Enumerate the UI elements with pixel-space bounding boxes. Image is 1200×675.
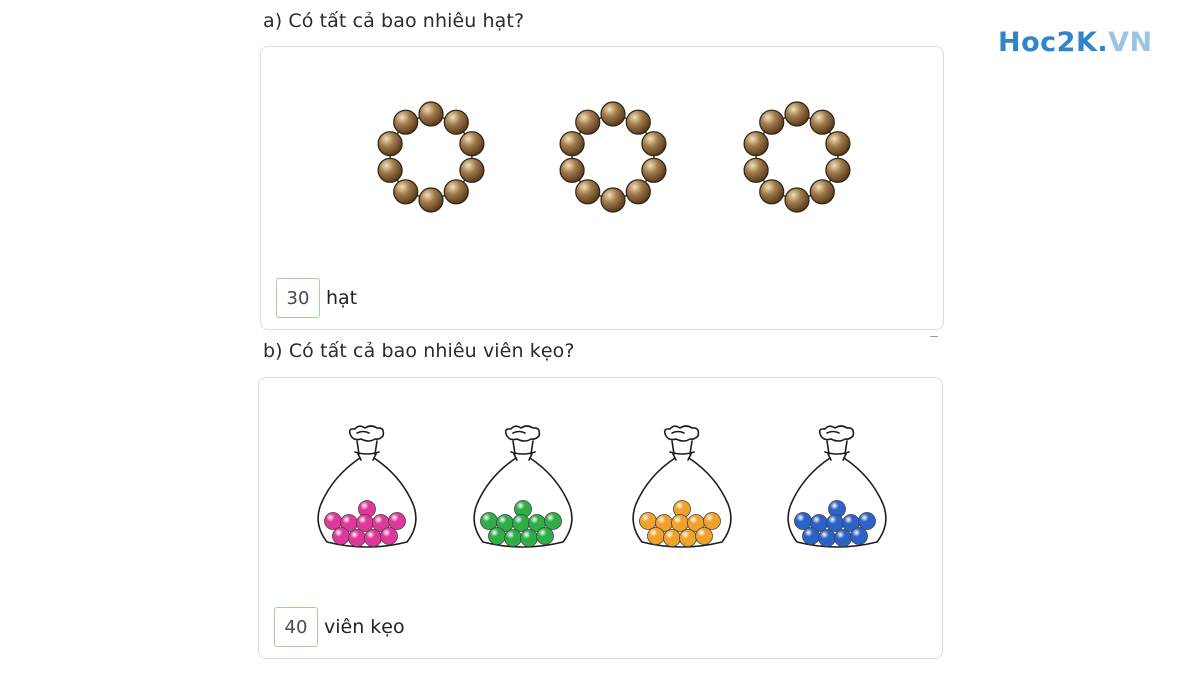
bead	[759, 179, 785, 205]
bead	[600, 187, 626, 213]
question-b: b) Có tất cả bao nhiêu viên kẹo?	[263, 340, 575, 362]
bead	[377, 131, 403, 157]
candy	[695, 527, 713, 545]
candy	[679, 529, 697, 547]
bead-ring-3	[743, 101, 851, 213]
bead	[743, 157, 769, 183]
bead	[809, 109, 835, 135]
bead-ring-1	[377, 101, 485, 213]
bead	[784, 187, 810, 213]
bead	[418, 101, 444, 127]
candy-bag-4	[787, 425, 887, 548]
candy	[324, 512, 342, 530]
candy	[536, 527, 554, 545]
candy	[488, 527, 506, 545]
bead	[625, 109, 651, 135]
logo-main-text: Hoc2K.	[998, 27, 1109, 58]
candy	[512, 514, 530, 532]
bead	[825, 131, 851, 157]
candy	[703, 512, 721, 530]
bead	[641, 131, 667, 157]
logo-tail-text: VN	[1108, 27, 1153, 58]
candy	[388, 512, 406, 530]
candy	[647, 527, 665, 545]
bead	[600, 101, 626, 127]
bead	[784, 101, 810, 127]
bead	[625, 179, 651, 205]
candy	[480, 512, 498, 530]
bead	[825, 157, 851, 183]
candy	[794, 512, 812, 530]
candy-bag-2	[473, 425, 573, 548]
bead	[418, 187, 444, 213]
question-a: a) Có tất cả bao nhiêu hạt?	[263, 10, 525, 32]
answer-input-b[interactable]: 40	[274, 607, 318, 647]
bead	[559, 131, 585, 157]
candy	[834, 529, 852, 547]
bead	[459, 157, 485, 183]
candy	[364, 529, 382, 547]
bead-ring-2	[559, 101, 667, 213]
candy	[348, 529, 366, 547]
answer-b: 40 viên kẹo	[274, 607, 405, 647]
answer-input-a[interactable]: 30	[276, 278, 320, 318]
candy	[504, 529, 522, 547]
candy	[802, 527, 820, 545]
bead	[759, 109, 785, 135]
candy	[818, 529, 836, 547]
candy	[356, 514, 374, 532]
answer-unit-a: hạt	[326, 287, 358, 309]
bead	[459, 131, 485, 157]
candy	[544, 512, 562, 530]
candy	[850, 527, 868, 545]
candy	[520, 529, 538, 547]
candy	[332, 527, 350, 545]
answer-unit-b: viên kẹo	[324, 616, 405, 638]
candy	[858, 512, 876, 530]
candy	[671, 514, 689, 532]
bead	[443, 179, 469, 205]
divider-mark	[930, 336, 938, 337]
candy	[380, 527, 398, 545]
bead	[443, 109, 469, 135]
bead	[809, 179, 835, 205]
bead	[575, 179, 601, 205]
candy	[663, 529, 681, 547]
card-candies: 40 viên kẹo	[258, 377, 943, 659]
site-logo: Hoc2K.VN	[998, 27, 1153, 58]
answer-a: 30 hạt	[276, 278, 357, 318]
candy	[639, 512, 657, 530]
bead	[377, 157, 403, 183]
bead	[393, 109, 419, 135]
bead	[393, 179, 419, 205]
card-beads: 30 hạt	[260, 46, 944, 330]
bead	[743, 131, 769, 157]
bead	[641, 157, 667, 183]
candy	[826, 514, 844, 532]
candy-bag-3	[632, 425, 732, 548]
bead	[559, 157, 585, 183]
candy-bag-1	[317, 425, 417, 548]
bead	[575, 109, 601, 135]
